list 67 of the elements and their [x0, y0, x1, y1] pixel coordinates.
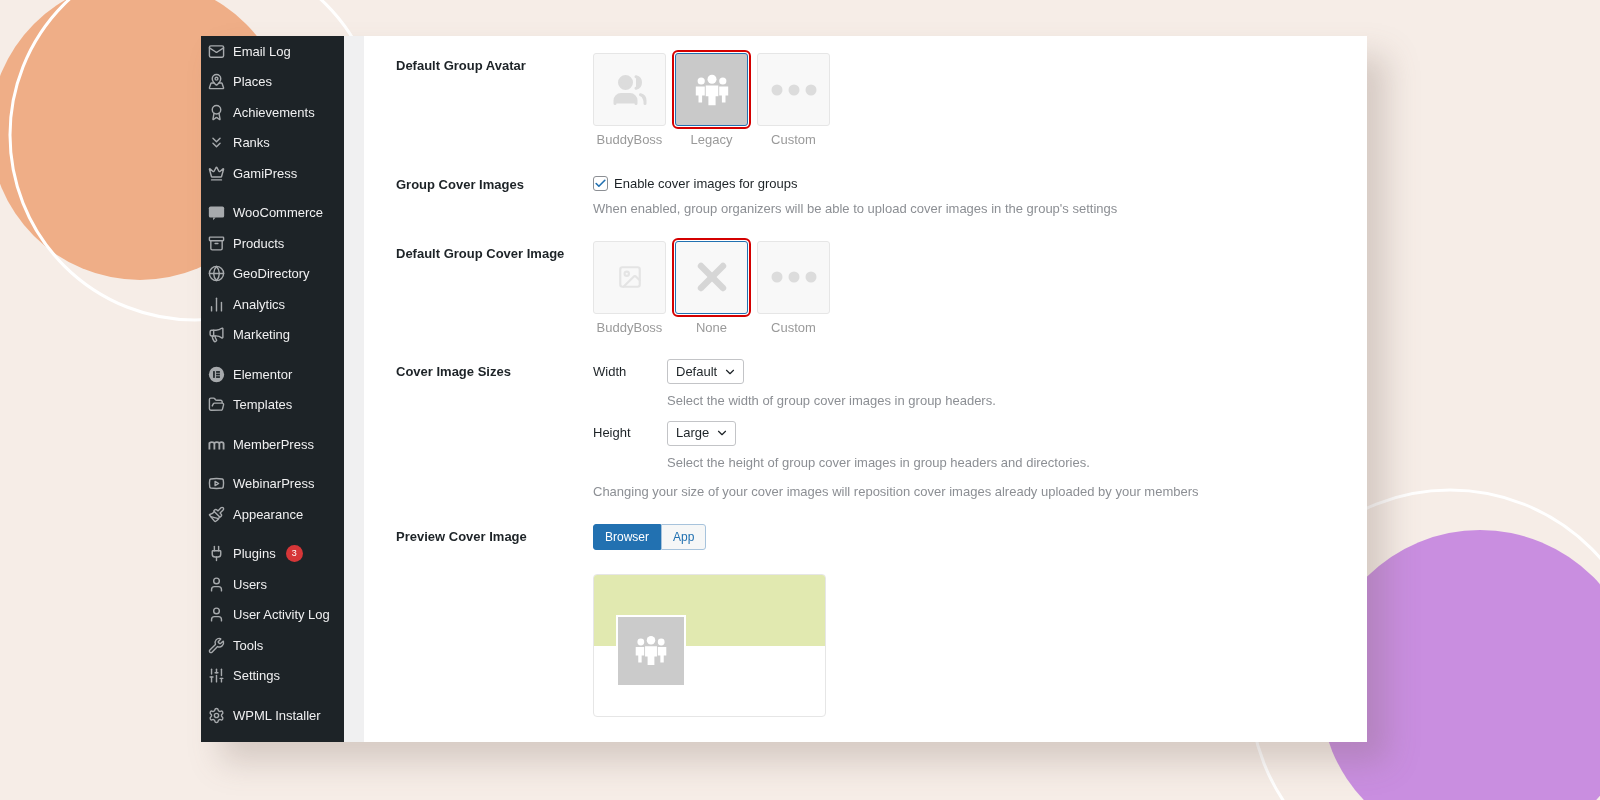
- sidebar-item[interactable]: Ranks: [201, 127, 344, 158]
- checkbox[interactable]: [593, 175, 608, 191]
- checkbox-label: Enable cover images for groups: [614, 174, 798, 193]
- option-label: BuddyBoss: [596, 131, 663, 149]
- sidebar-item[interactable]: Products: [201, 228, 344, 259]
- sidebar-item[interactable]: Places: [201, 66, 344, 97]
- sidebar-item[interactable]: WPML Installer: [201, 700, 344, 731]
- setting-label: Default Group Cover Image: [396, 244, 566, 263]
- sidebar-item[interactable]: Settings: [201, 660, 344, 691]
- envelope-icon: [208, 42, 225, 60]
- sidebar-item[interactable]: Templates: [201, 389, 344, 420]
- sidebar-item[interactable]: Users: [201, 569, 344, 600]
- count-badge: 3: [285, 545, 303, 563]
- archive-icon: [208, 234, 225, 252]
- folder-icon: [208, 396, 225, 414]
- help-text: When enabled, group organizers will be able to upload cover images in the group's settings: [593, 200, 1118, 218]
- preview-tab[interactable]: Browser: [593, 523, 661, 550]
- sidebar-item[interactable]: Achievements: [201, 97, 344, 128]
- sidebar-item[interactable]: Elementor: [201, 359, 344, 390]
- dropdown-select[interactable]: Default: [667, 359, 745, 384]
- option-label: Custom: [771, 131, 816, 149]
- sidebar-item[interactable]: Tools: [201, 630, 344, 661]
- sidebar-item[interactable]: MemberPress: [201, 429, 344, 460]
- user-icon: [208, 575, 225, 593]
- sidebar-item[interactable]: WebinarPress: [201, 468, 344, 499]
- setting-label: Default Group Avatar: [396, 57, 527, 75]
- crown-icon: [208, 164, 225, 182]
- sidebar-item[interactable]: Appearance: [201, 499, 344, 530]
- elementor-logo-icon: [208, 365, 225, 383]
- setting-label: Group Cover Images: [396, 175, 525, 194]
- sidebar-item[interactable]: GamiPress: [201, 158, 344, 189]
- sidebar-item[interactable]: WooCommerce: [201, 197, 344, 228]
- sidebar-item[interactable]: Analytics: [201, 289, 344, 320]
- megaphone-icon: [208, 326, 225, 344]
- option-label: BuddyBoss: [596, 318, 663, 337]
- globe-icon: [208, 265, 225, 283]
- dots-icon: [770, 83, 817, 96]
- field-label: Height: [593, 424, 632, 443]
- sidebar-item[interactable]: Marketing: [201, 319, 344, 350]
- field-label: Width: [593, 362, 628, 381]
- bar-chart-icon: [208, 295, 225, 313]
- help-text: Select the height of group cover images in group headers and directories.: [667, 453, 1091, 472]
- sidebar-item[interactable]: User Activity Log: [201, 599, 344, 630]
- option-tile[interactable]: [675, 240, 748, 314]
- sidebar-item[interactable]: GeoDirectory: [201, 258, 344, 289]
- speech-box-icon: [208, 204, 225, 222]
- group-icon: [693, 72, 730, 107]
- sliders-icon: [208, 667, 225, 685]
- option-label: None: [695, 318, 728, 337]
- dropdown-select[interactable]: Large: [667, 420, 737, 446]
- group-icon: [634, 635, 668, 666]
- wrench-icon: [208, 636, 225, 654]
- preview-tab[interactable]: App: [661, 523, 707, 550]
- sidebar-item[interactable]: Email Log: [201, 36, 344, 67]
- setting-label: Cover Image Sizes: [396, 363, 512, 381]
- help-text: Changing your size of your cover images will reposition cover images already uploaded by your members: [593, 483, 1199, 501]
- setting-label: Preview Cover Image: [396, 527, 528, 546]
- option-tile[interactable]: [675, 53, 748, 126]
- option-label: Legacy: [690, 131, 733, 149]
- map-pin-icon: [208, 73, 225, 91]
- dots-icon: [770, 271, 817, 283]
- option-label: Custom: [771, 318, 816, 337]
- paintbrush-icon: [208, 505, 225, 523]
- settings-icon: [208, 706, 225, 724]
- help-text: Select the width of group cover images in group headers.: [667, 392, 997, 410]
- user-icon: [208, 606, 225, 624]
- sidebar-item[interactable]: Plugins 3: [201, 538, 344, 569]
